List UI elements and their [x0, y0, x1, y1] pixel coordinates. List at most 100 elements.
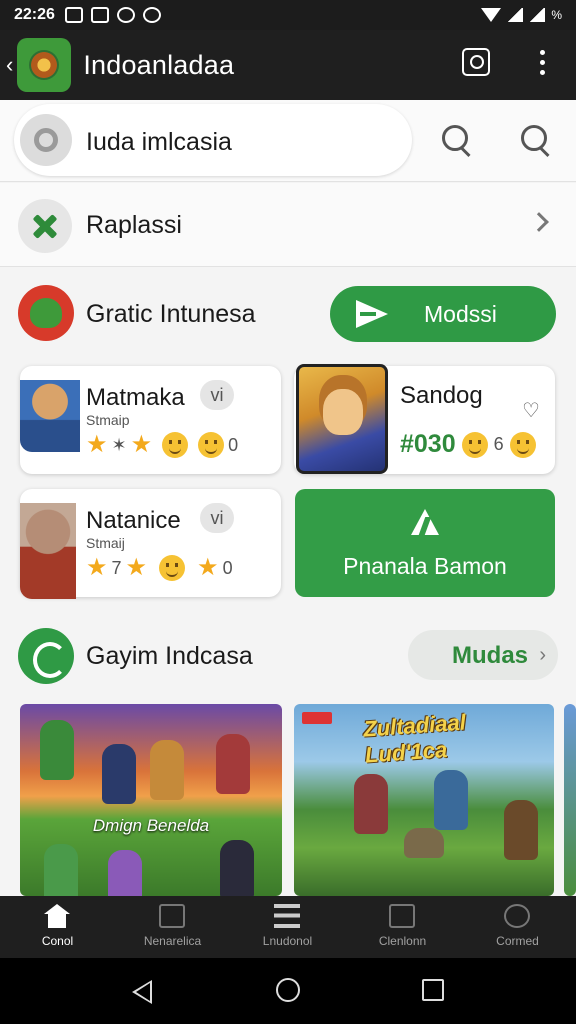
wifi-icon — [481, 8, 502, 22]
profile-icon — [504, 904, 530, 928]
character-figure — [44, 844, 78, 896]
disc-icon — [20, 114, 72, 166]
card-title: Matmaka — [86, 384, 185, 411]
mudas-label: Mudas — [452, 642, 529, 669]
search-text: Iuda imlcasia — [86, 128, 232, 156]
chat-icon — [142, 7, 161, 23]
app-title: Indoanladaa — [83, 49, 235, 80]
system-nav-bar — [0, 958, 576, 1024]
status-bar: 22:26 % — [0, 0, 576, 30]
character-figure — [404, 828, 444, 858]
creature-figure — [504, 800, 538, 860]
nav-document[interactable]: Clenlonn — [345, 896, 460, 958]
character-figure — [108, 850, 142, 896]
modssi-button-label: Modssi — [424, 301, 497, 327]
modssi-button[interactable]: Modssi — [330, 286, 556, 342]
game-card-2[interactable]: Natanice vi Stmaij ★ 7 ★ ★ 0 — [20, 489, 281, 599]
search-icon[interactable] — [462, 48, 490, 76]
card-badge: vi — [200, 503, 234, 533]
heart-icon[interactable]: ♡ — [522, 401, 542, 421]
star-icon: ★ — [197, 554, 219, 581]
card-code: #030 — [400, 430, 456, 458]
action-card-label: Pnanala Bamon — [343, 553, 507, 579]
status-time: 22:26 — [14, 6, 55, 23]
tools-icon — [18, 199, 72, 253]
action-card[interactable]: Pnanala Bamon — [295, 489, 555, 597]
card-count: 0 — [222, 557, 233, 578]
home-icon-body — [48, 914, 66, 928]
banner-tag — [302, 712, 332, 724]
game-banner-2[interactable]: Zultadiaal Lud'1ca — [294, 704, 554, 896]
emoji-icon — [198, 432, 225, 458]
game-thumbnail[interactable] — [296, 364, 388, 474]
dino-icon — [18, 285, 74, 341]
nav-label: Clenlonn — [378, 934, 427, 948]
card-badge: vi — [200, 380, 234, 410]
section-title-2: Gayim Indcasa — [86, 642, 253, 670]
game-banner-1[interactable]: Dmign Benelda — [20, 704, 282, 896]
character-figure — [216, 734, 250, 794]
signal-icon-2 — [529, 8, 546, 22]
card-stats-row: #030 6 — [400, 430, 536, 459]
card-title: Sandog — [400, 382, 483, 409]
nav-list[interactable]: Lnudonol — [230, 896, 345, 958]
search-icon-2[interactable] — [521, 125, 551, 155]
nav-label: Conol — [41, 934, 74, 948]
system-back-icon[interactable] — [132, 980, 152, 1004]
card-rating-row: ★ 7 ★ ★ 0 — [86, 555, 233, 581]
home-icon — [44, 904, 70, 914]
card-count: 0 — [228, 434, 239, 455]
nav-profile[interactable]: Cormed — [460, 896, 575, 958]
search-row: Iuda imlcasia — [0, 100, 576, 182]
banner-caption: Dmign Benelda — [92, 816, 210, 835]
battery-text: % — [551, 8, 562, 22]
star-icon: ★ — [130, 431, 153, 458]
star-icon: ★ — [125, 554, 148, 581]
emoji-icon — [162, 432, 189, 458]
character-avatar — [20, 380, 80, 452]
refresh-leaf-icon — [18, 628, 74, 684]
character-figure — [40, 720, 74, 780]
nav-label: Lnudonol — [262, 934, 313, 948]
card-subtitle: Stmaip — [86, 412, 130, 428]
app-notification-icon — [90, 7, 109, 23]
emoji-icon — [159, 555, 186, 581]
nav-label: Cormed — [496, 934, 539, 948]
character-figure — [220, 840, 254, 896]
action-icon — [407, 507, 443, 537]
replace-row[interactable]: Raplassi — [0, 183, 576, 267]
card-title: Natanice — [86, 507, 181, 534]
back-arrow-icon[interactable]: ‹ — [6, 52, 13, 78]
star-icon: ★ — [86, 554, 108, 581]
nav-label: Nenarelica — [143, 934, 202, 948]
search-bar[interactable]: Iuda imlcasia — [14, 104, 412, 176]
nav-inbox[interactable]: Nenarelica — [115, 896, 230, 958]
emoji-icon — [509, 431, 536, 458]
replace-label: Raplassi — [86, 211, 182, 239]
system-home-icon[interactable] — [276, 978, 300, 1002]
search-icon-1[interactable] — [442, 125, 472, 155]
send-icon — [356, 300, 388, 328]
notification-icon — [64, 7, 83, 23]
game-banner-3[interactable] — [564, 704, 576, 896]
inbox-icon — [159, 904, 185, 928]
document-icon — [389, 904, 415, 928]
card-rating-row: ★ ✶ ★ 0 — [86, 432, 238, 458]
more-options-icon[interactable] — [540, 50, 546, 78]
character-figure — [354, 774, 388, 834]
card-number: 6 — [493, 434, 504, 454]
app-logo — [17, 38, 72, 92]
bottom-nav: Conol Nenarelica Lnudonol Clenlonn Corme… — [0, 896, 576, 958]
game-card-1[interactable]: Matmaka vi Stmaip ★ ✶ ★ 0 — [20, 366, 281, 474]
character-figure — [102, 744, 136, 804]
sparkle-icon: ✶ — [111, 434, 127, 455]
star-icon: ★ — [86, 431, 108, 458]
mudas-button[interactable]: Mudas › — [408, 630, 558, 680]
banner-logo: Zultadiaal Lud'1ca — [362, 709, 467, 768]
system-recents-icon[interactable] — [422, 979, 444, 1001]
emoji-icon — [461, 431, 488, 458]
character-figure — [150, 740, 184, 800]
chevron-right-icon — [529, 212, 549, 232]
status-right: % — [481, 8, 562, 22]
nav-home[interactable]: Conol — [0, 896, 115, 958]
